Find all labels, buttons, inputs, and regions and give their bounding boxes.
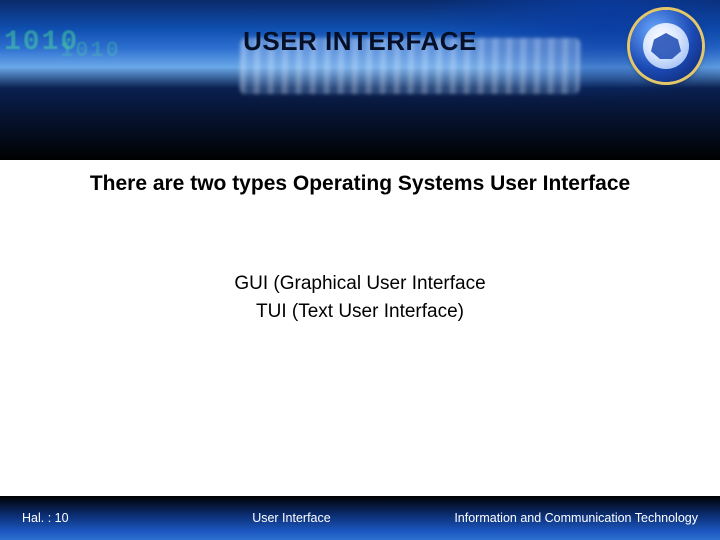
- footer-page: Hal. : 10: [22, 511, 69, 525]
- slide-subtitle: There are two types Operating Systems Us…: [40, 170, 680, 198]
- bullet-item: GUI (Graphical User Interface: [0, 270, 720, 298]
- slide-body: There are two types Operating Systems Us…: [0, 160, 720, 496]
- bullet-item: TUI (Text User Interface): [0, 298, 720, 326]
- logo-badge: [630, 10, 702, 82]
- slide: USER INTERFACE There are two types Opera…: [0, 0, 720, 540]
- slide-title: USER INTERFACE: [0, 26, 720, 57]
- bullet-list: GUI (Graphical User Interface TUI (Text …: [0, 270, 720, 325]
- slide-footer: Hal. : 10 User Interface Information and…: [0, 496, 720, 540]
- footer-right: Information and Communication Technology: [454, 511, 698, 525]
- footer-center: User Interface: [129, 511, 455, 525]
- logo-icon: [643, 23, 689, 69]
- slide-header: USER INTERFACE: [0, 0, 720, 160]
